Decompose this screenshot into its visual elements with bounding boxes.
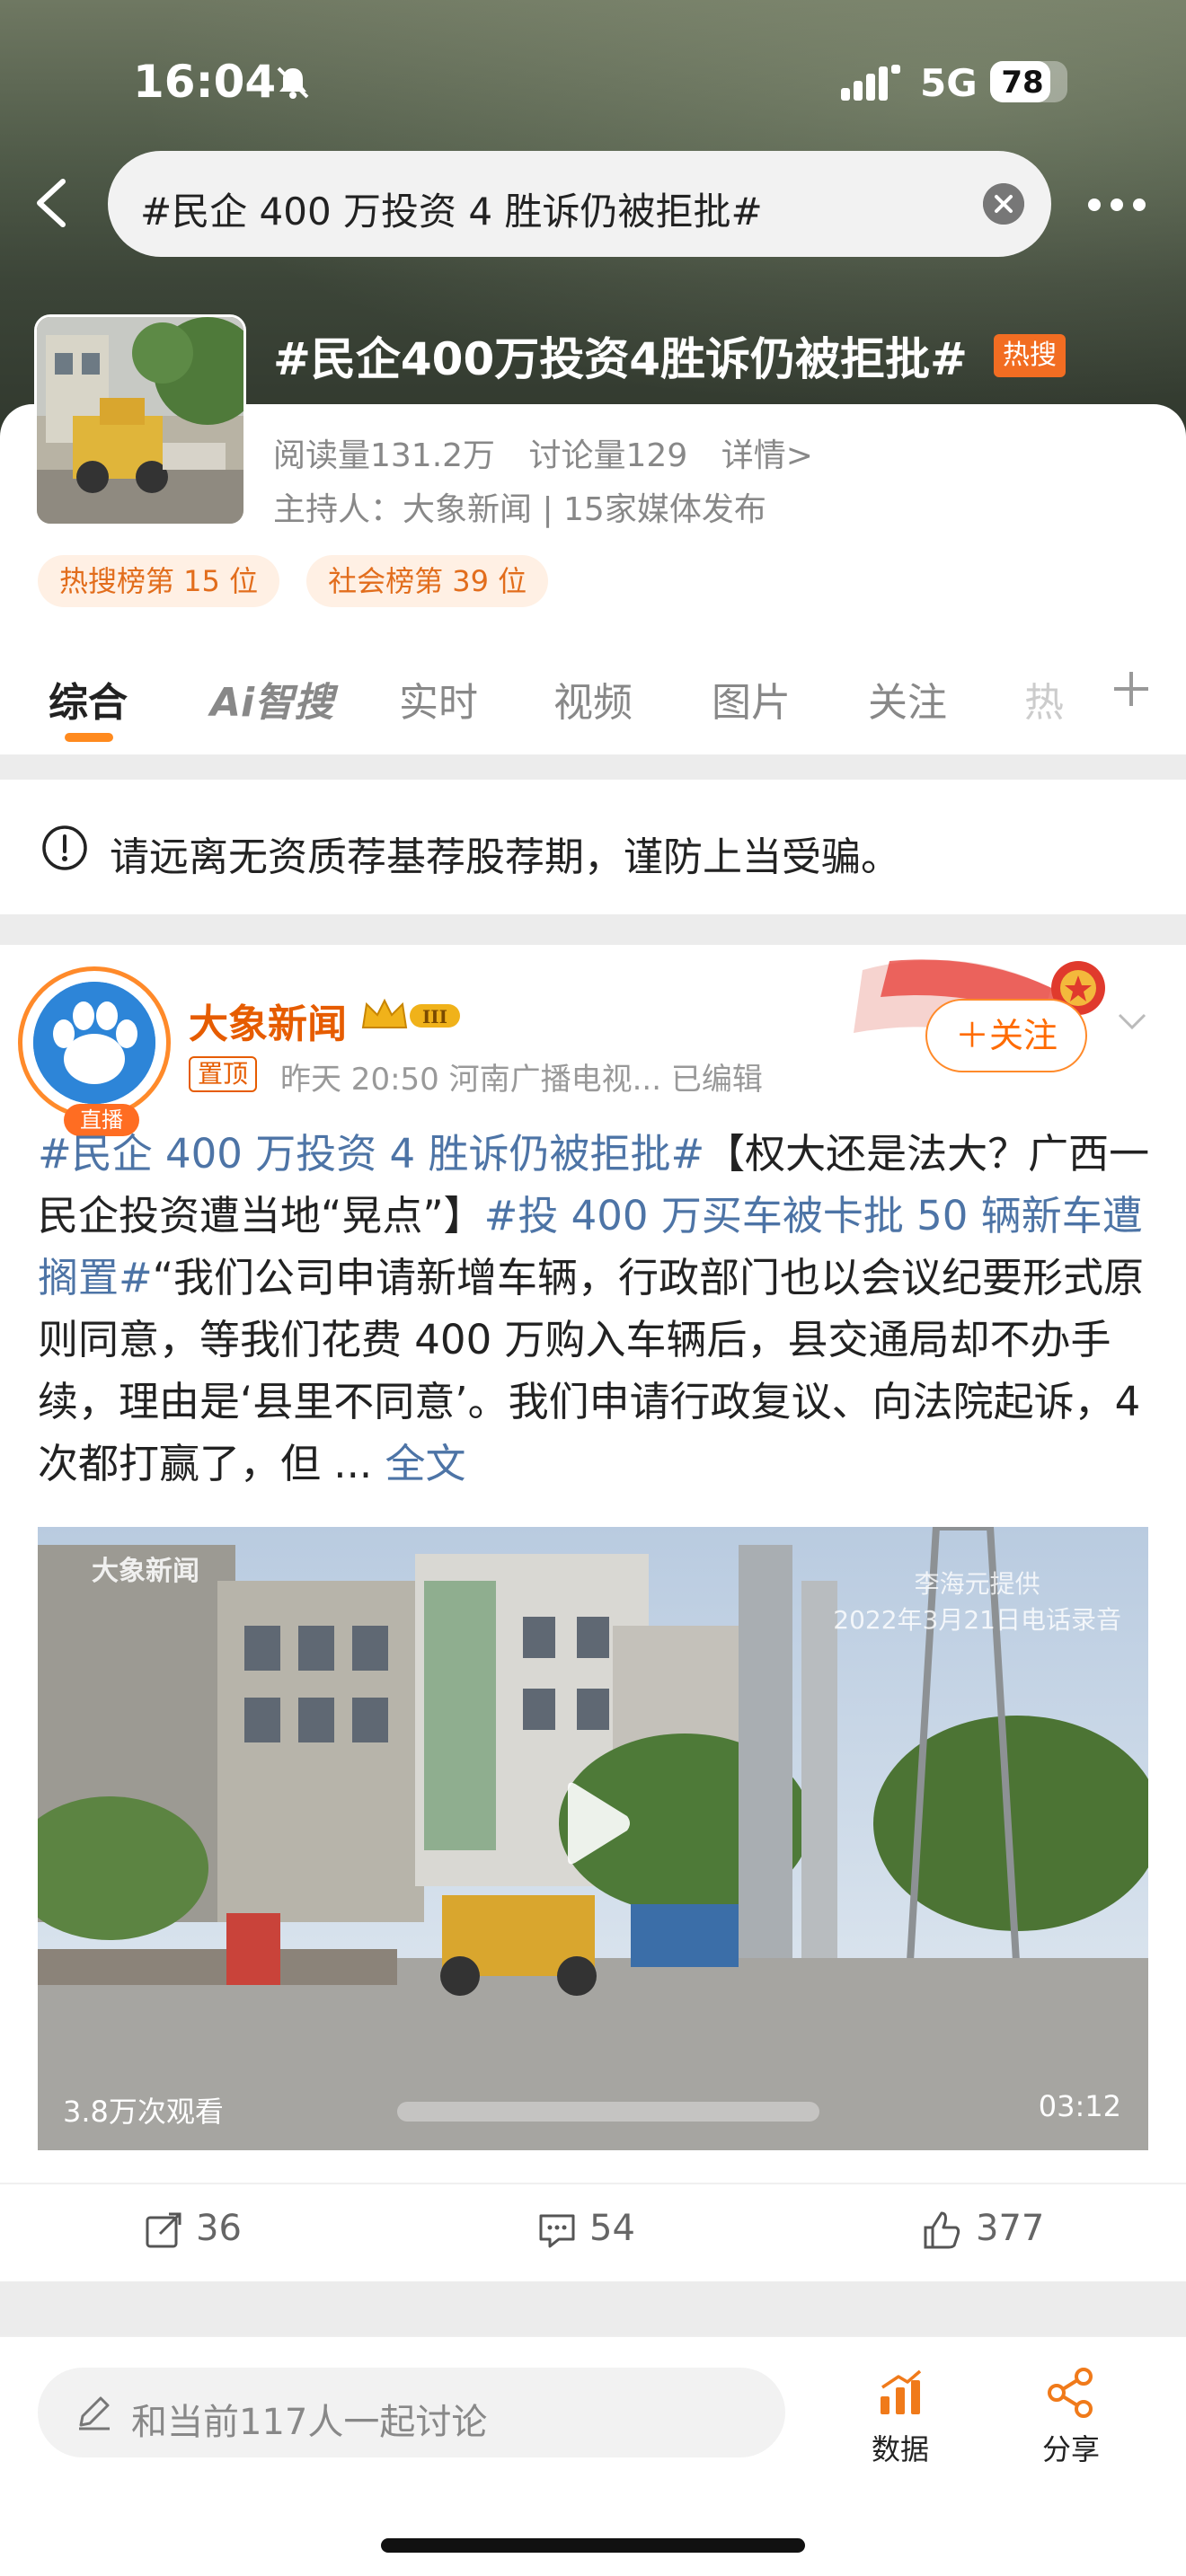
follow-button[interactable]: ＋关注: [925, 999, 1087, 1072]
share-button[interactable]: 分享: [1026, 2368, 1116, 2468]
repost-button[interactable]: 36: [144, 2208, 242, 2250]
network-type: 5G: [920, 61, 978, 105]
active-tab-indicator: [65, 733, 113, 742]
read-count: 阅读量131.2万: [273, 437, 496, 474]
repost-count: 36: [196, 2208, 242, 2249]
video-player[interactable]: 大象新闻 李海元提供 2022年3月21日电话录音 3.8万次观看 03:12: [38, 1527, 1148, 2150]
warning-icon: [42, 825, 87, 870]
bottom-bar: 和当前117人一起讨论 数据 分享: [0, 2335, 1186, 2576]
nav-bar: #民企 400 万投资 4 胜诉仍被拒批#: [0, 151, 1186, 259]
topic-host: 主持人：大象新闻 | 15家媒体发布: [273, 491, 766, 528]
notice-text: 请远离无资质荐基荐股荐期，谨防上当受骗。: [110, 834, 900, 880]
discussion-placeholder: 和当前117人一起讨论: [131, 2402, 488, 2443]
more-options-icon[interactable]: [1087, 198, 1146, 212]
post-text: “我们公司申请新增车辆，行政部门也以会议纪要形式原则同意，等我们花费 400 万…: [38, 1254, 1145, 1487]
tab-video[interactable]: 视频: [553, 670, 633, 728]
hot-search-rank-tag[interactable]: 热搜榜第 15 位: [38, 555, 280, 607]
tab-ai-search[interactable]: Ai智搜: [210, 670, 333, 728]
add-tab-icon[interactable]: [1111, 668, 1152, 710]
video-watermark: 大象新闻: [92, 1556, 199, 1587]
video-duration: 03:12: [1038, 2089, 1121, 2123]
battery-level: 78: [1001, 65, 1044, 101]
status-bar: 16:04 5G 78: [0, 45, 1186, 126]
repost-icon: [146, 2212, 181, 2248]
post-card: 直播 大象新闻 III 置顶 昨天 20:50 河南广播电视... 已编辑 ＋关…: [0, 945, 1186, 2281]
comment-icon: [539, 2214, 575, 2248]
topic-stats: 阅读量131.2万 讨论量129 详情>: [273, 429, 836, 476]
paw-logo-icon: [33, 982, 155, 1104]
like-count: 377: [976, 2208, 1045, 2249]
hashtag-link[interactable]: #民企 400 万投资 4 胜诉仍被拒批#: [38, 1130, 704, 1178]
battery-icon: 78: [990, 61, 1067, 102]
thumbs-up-icon: [924, 2211, 960, 2249]
tab-images[interactable]: 图片: [712, 670, 791, 728]
post-actions: 36 54 377: [0, 2183, 1186, 2272]
clear-search-icon[interactable]: [983, 183, 1024, 225]
comment-button[interactable]: 54: [537, 2208, 635, 2250]
post-body: #民企 400 万投资 4 胜诉仍被拒批#【权大还是法大？广西一民企投资遭当地“…: [38, 1123, 1152, 1495]
post-meta: 昨天 20:50 河南广播电视... 已编辑: [280, 1062, 763, 1098]
society-rank-tag[interactable]: 社会榜第 39 位: [306, 555, 549, 607]
status-time: 16:04: [133, 56, 277, 108]
rank-tags: 热搜榜第 15 位 社会榜第 39 位: [38, 555, 549, 607]
share-label: 分享: [1041, 2432, 1100, 2466]
hot-badge: 热搜: [994, 334, 1066, 377]
discussion-input[interactable]: 和当前117人一起讨论: [38, 2368, 785, 2457]
signal-icon: [841, 65, 900, 101]
topic-thumbnail: [34, 314, 246, 526]
fraud-warning-notice: 请远离无资质荐基荐股荐期，谨防上当受骗。: [0, 780, 1186, 914]
search-input[interactable]: #民企 400 万投资 4 胜诉仍被拒批#: [108, 151, 1051, 257]
tab-comprehensive[interactable]: 综合: [49, 670, 128, 728]
view-count: 3.8万次观看: [63, 2095, 224, 2129]
pinned-tag: 置顶: [189, 1056, 258, 1092]
play-icon[interactable]: [559, 1780, 633, 1866]
data-button[interactable]: 数据: [855, 2368, 945, 2468]
svg-text:III: III: [422, 1006, 447, 1028]
bar-chart-icon: [881, 2369, 922, 2414]
mute-bell-icon: [277, 66, 309, 99]
video-caption: 李海元提供 2022年3月21日电话录音: [833, 1569, 1121, 1635]
author-name[interactable]: 大象新闻: [189, 992, 347, 1049]
like-button[interactable]: 377: [922, 2208, 1044, 2251]
vip-crown-icon: III: [361, 998, 460, 1028]
home-indicator[interactable]: [381, 2538, 805, 2553]
chevron-down-icon[interactable]: [1114, 1008, 1150, 1035]
back-arrow-icon[interactable]: [25, 174, 79, 232]
tab-hot[interactable]: 热: [1024, 670, 1064, 728]
tab-following[interactable]: 关注: [868, 670, 947, 728]
topic-title: #民企400万投资4胜诉仍被拒批#: [273, 333, 968, 385]
full-text-link[interactable]: 全文: [385, 1440, 466, 1487]
tab-bar: 综合 Ai智搜 实时 视频 图片 关注 热: [0, 656, 1186, 754]
avatar[interactable]: 直播: [18, 966, 171, 1136]
search-query: #民企 400 万投资 4 胜诉仍被拒批#: [140, 190, 763, 234]
share-icon: [1048, 2368, 1093, 2418]
discussion-count: 讨论量129: [528, 437, 688, 474]
pencil-icon: [79, 2396, 110, 2430]
data-label: 数据: [871, 2432, 929, 2466]
details-link[interactable]: 详情>: [721, 437, 813, 474]
comment-count: 54: [589, 2208, 635, 2249]
tab-realtime[interactable]: 实时: [399, 670, 478, 728]
